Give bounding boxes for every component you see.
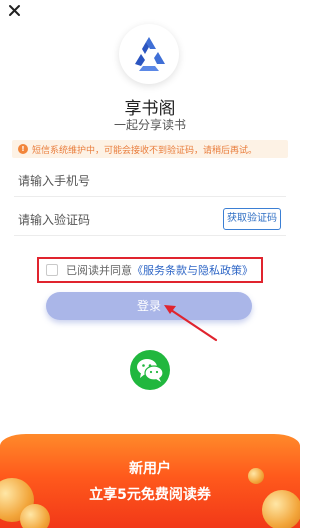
verification-code-input[interactable] (18, 209, 208, 231)
close-button[interactable] (6, 2, 24, 20)
maintenance-notice: ! 短信系统维护中，可能会接收不到验证码，请稍后再试。 (12, 140, 288, 158)
phone-input[interactable] (18, 170, 282, 192)
red-arrow-annotation (164, 305, 218, 342)
login-button[interactable]: 登录 (46, 292, 252, 320)
agreement-checkbox[interactable] (46, 264, 58, 276)
app-logo (119, 24, 179, 84)
agreement-prefix: 已阅读并同意 (66, 264, 132, 277)
new-user-promo-banner[interactable]: 新用户 立享5元免费阅读券 (0, 434, 300, 528)
wechat-icon (137, 359, 164, 382)
promo-subtitle: 立享5元免费阅读券 (89, 487, 211, 503)
notice-text: 短信系统维护中，可能会接收不到验证码，请稍后再试。 (32, 145, 258, 156)
phone-divider (14, 196, 286, 197)
warning-dot-icon: ! (18, 144, 28, 154)
promo-title: 新用户 (129, 461, 171, 477)
wechat-login-button[interactable] (130, 350, 170, 390)
coin-icon (20, 504, 50, 528)
app-slogan: 一起分享读书 (113, 118, 186, 132)
agreement-row: 已阅读并同意 《服务条款与隐私政策》 (46, 262, 253, 278)
code-divider (14, 235, 286, 236)
logo-icon (135, 37, 165, 71)
close-icon (9, 5, 20, 16)
get-code-button[interactable]: 获取验证码 (223, 208, 281, 230)
terms-privacy-link[interactable]: 《服务条款与隐私政策》 (132, 262, 253, 278)
